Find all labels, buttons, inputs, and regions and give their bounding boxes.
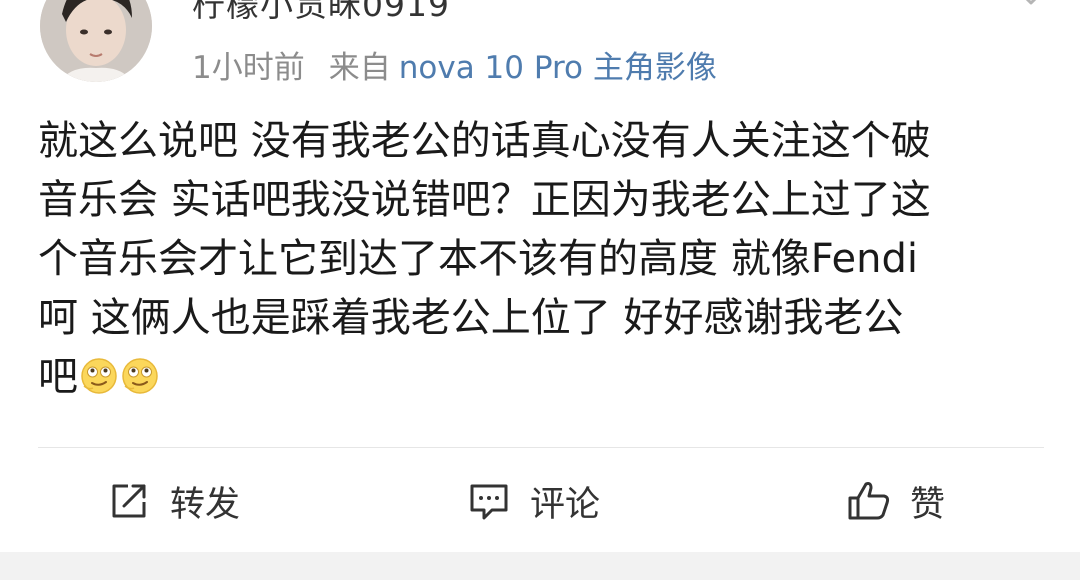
content-line: 音乐会 实话吧我没说错吧？正因为我老公上过了这 <box>38 177 931 223</box>
content-line: 呵 这俩人也是踩着我老公上位了 好好感谢我老公 <box>38 295 904 341</box>
action-bar: 转发 评论 赞 <box>0 448 1080 552</box>
content-line: 就这么说吧 没有我老公的话真心没有人关注这个破 <box>38 118 931 164</box>
comment-icon <box>470 484 508 520</box>
repost-button[interactable]: 转发 <box>106 478 241 525</box>
source-device-link[interactable]: nova 10 Pro 主角影像 <box>399 50 717 86</box>
content-line: 个音乐会才让它到达了本不该有的高度 就像Fendi <box>38 236 918 282</box>
comment-button[interactable]: 评论 <box>466 478 601 525</box>
post-time: 1小时前 <box>192 50 305 86</box>
sweat-smile-emoji <box>122 358 158 394</box>
sweat-smile-emoji <box>81 358 117 394</box>
comment-label: 评论 <box>530 484 601 525</box>
like-button[interactable]: 赞 <box>846 478 946 525</box>
weibo-post-card: 柠檬小贯眯0919 1小时前 来自 nova 10 Pro 主角影像 就这么说吧 没… <box>0 0 1080 552</box>
source-prefix: 来自 <box>328 50 391 86</box>
chevron-down-icon[interactable] <box>1016 0 1046 8</box>
post-content: 就这么说吧 没有我老公的话真心没有人关注这个破 音乐会 实话吧我没说错吧？正因为… <box>38 112 1048 407</box>
avatar[interactable] <box>40 0 152 82</box>
content-line: 吧 <box>38 354 78 400</box>
repost-icon <box>112 484 146 518</box>
feed-separator <box>0 552 1080 580</box>
content-line-last: 吧 <box>38 348 1048 407</box>
repost-label: 转发 <box>170 484 241 525</box>
like-label: 赞 <box>910 484 946 525</box>
post-meta: 1小时前 来自 nova 10 Pro 主角影像 <box>192 42 717 87</box>
thumbs-up-icon <box>848 482 890 520</box>
username[interactable]: 柠檬小贯眯0919 <box>192 0 450 26</box>
